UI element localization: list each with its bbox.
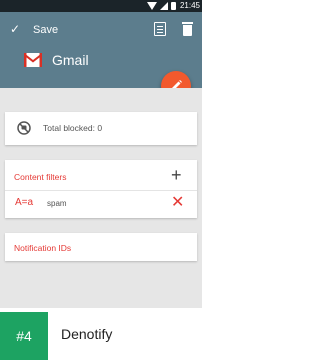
filter-value[interactable]: spam [47,199,67,208]
check-icon[interactable]: ✓ [10,22,20,36]
close-icon[interactable]: ✕ [171,194,184,212]
rank-badge: #4 [0,312,48,360]
status-bar: 21:45 [0,0,202,12]
save-button[interactable]: Save [33,23,58,37]
gmail-logo [24,53,42,67]
app-title: Gmail [52,52,89,68]
trash-icon[interactable] [182,22,193,36]
block-icon [17,121,31,135]
battery-icon [170,2,176,10]
signal-icon [159,2,168,10]
notification-ids-title: Notification IDs [14,243,72,253]
divider [5,190,197,191]
app-name: Denotify [61,326,113,342]
blocked-card: Total blocked: 0 [5,112,197,145]
list-icon[interactable] [154,22,166,36]
content-filters-title: Content filters [14,172,67,182]
content-filters-card: Content filters + A=a spam ✕ [5,160,197,218]
match-type-label[interactable]: A=a [15,197,33,208]
notification-ids-card: Notification IDs [5,233,197,261]
footer: #4 Denotify [0,308,202,360]
status-time: 21:45 [179,1,200,10]
total-blocked-label: Total blocked: 0 [43,123,103,133]
wifi-icon [146,2,157,10]
plus-icon[interactable]: + [171,165,182,185]
status-icons: 21:45 [146,1,200,11]
content-area: Total blocked: 0 Content filters + A=a s… [0,88,202,308]
